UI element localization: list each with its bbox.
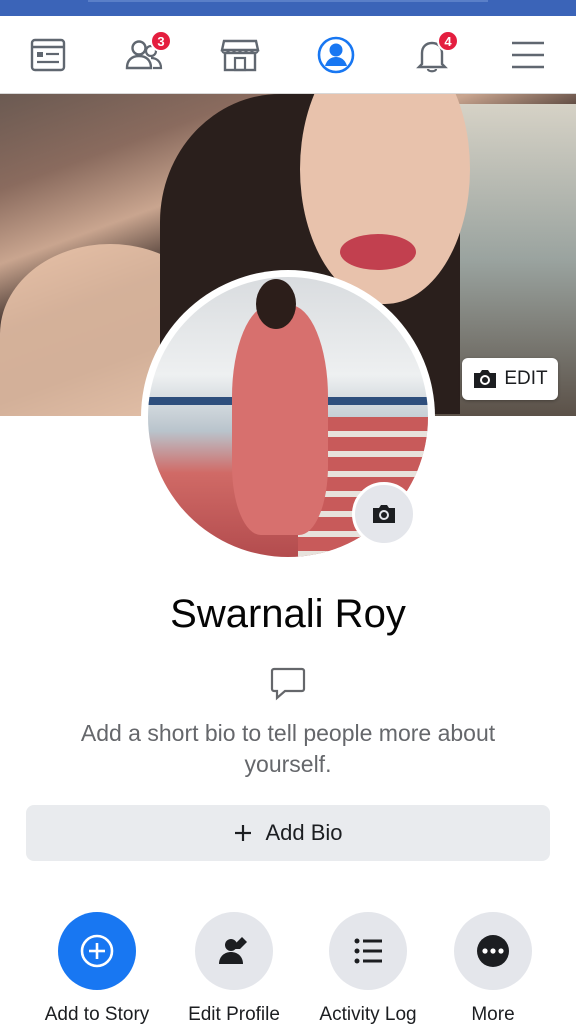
notifications-badge: 4 [437,30,459,52]
profile-icon [317,36,355,74]
edit-profile-icon [219,937,247,964]
cover-lips [340,234,416,270]
plus-icon [235,825,252,841]
add-to-story-button[interactable]: Add to Story [22,912,172,1024]
nav-menu[interactable] [488,16,568,94]
list-icon [354,938,382,964]
activity-log-circle[interactable] [329,912,407,990]
news-feed-icon [30,38,66,72]
edit-profile-button[interactable]: Edit Profile [159,912,309,1024]
nav-profile[interactable] [296,16,376,94]
camera-icon [474,370,497,388]
more-circle[interactable] [454,912,532,990]
nav-news-feed[interactable] [8,16,88,94]
edit-cover-button[interactable]: EDIT [462,358,558,400]
avatar-person [232,305,328,535]
status-line [88,0,488,2]
status-bar [0,0,576,16]
edit-profile-circle[interactable] [195,912,273,990]
edit-profile-picture-button[interactable] [352,482,416,546]
add-to-story-label: Add to Story [44,1004,150,1024]
plus-circle-icon [80,934,114,968]
nav-notifications[interactable]: 4 [392,16,472,94]
more-label: More [471,1004,515,1024]
friend-requests-badge: 3 [150,30,172,52]
add-to-story-circle[interactable] [58,912,136,990]
more-button[interactable]: More [418,912,568,1024]
add-bio-button[interactable]: Add Bio [26,805,550,861]
camera-icon [373,505,395,523]
speech-bubble-icon[interactable] [269,664,307,702]
profile-name: Swarnali Roy [170,592,406,636]
avatar-head [256,279,296,329]
edit-cover-label: EDIT [504,368,548,389]
top-navigation: 3 4 [0,16,576,94]
nav-friend-requests[interactable]: 3 [104,16,184,94]
nav-marketplace[interactable] [200,16,280,94]
hamburger-menu-icon [512,41,544,69]
bio-prompt: Add a short bio to tell people more abou… [80,720,496,777]
more-icon [477,935,509,967]
edit-profile-label: Edit Profile [188,1004,280,1024]
marketplace-icon [220,39,260,72]
add-bio-label: Add Bio [265,820,343,845]
